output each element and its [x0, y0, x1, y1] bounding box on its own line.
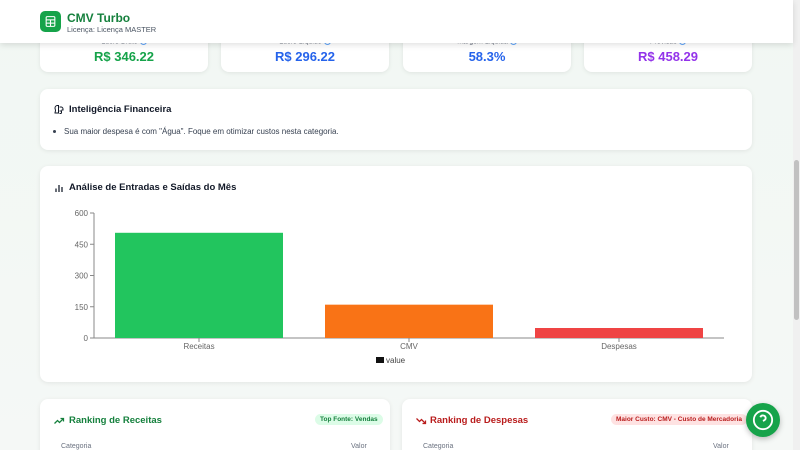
bar-receitas[interactable]: [115, 232, 283, 338]
help-circle-icon: [752, 409, 774, 431]
col-valor: Valor: [351, 443, 367, 450]
ranking-receitas-title: Ranking de Receitas: [69, 415, 162, 426]
app-title: CMV Turbo: [67, 11, 131, 25]
bar-chart: 0 150 300 450 600 Receitas CMV Despesas value: [75, 209, 724, 365]
x-tick-label: CMV: [400, 342, 418, 351]
top-source-badge: Top Fonte: Vendas: [315, 414, 383, 425]
bar-cmv[interactable]: [325, 304, 493, 338]
help-button[interactable]: [746, 403, 780, 437]
trending-down-icon: [415, 414, 427, 432]
y-tick-label: 450: [75, 240, 89, 249]
license-label: Licença: Licença MASTER: [67, 25, 157, 34]
col-categoria: Categoria: [61, 443, 92, 450]
y-tick-label: 0: [84, 334, 89, 343]
top-cost-badge: Maior Custo: CMV - Custo de Mercadoria: [611, 414, 748, 425]
bar-despesas[interactable]: [535, 328, 703, 338]
col-valor: Valor: [713, 443, 729, 450]
col-categoria: Categoria: [423, 443, 454, 450]
calculator-icon: [40, 11, 61, 32]
app-header: CMV Turbo Licença: Licença MASTER: [0, 0, 793, 43]
legend-swatch: [376, 357, 384, 363]
y-tick-label: 300: [75, 272, 89, 281]
x-tick-label: Despesas: [601, 342, 637, 351]
x-tick-label: Receitas: [183, 342, 214, 351]
y-tick-label: 150: [75, 303, 89, 312]
scrollbar-thumb[interactable]: [794, 160, 799, 320]
y-tick-label: 600: [75, 209, 89, 218]
trending-up-icon: [53, 414, 65, 432]
ranking-despesas-title: Ranking de Despesas: [430, 415, 529, 426]
legend-label: value: [386, 356, 406, 365]
scrollbar[interactable]: [793, 0, 800, 450]
